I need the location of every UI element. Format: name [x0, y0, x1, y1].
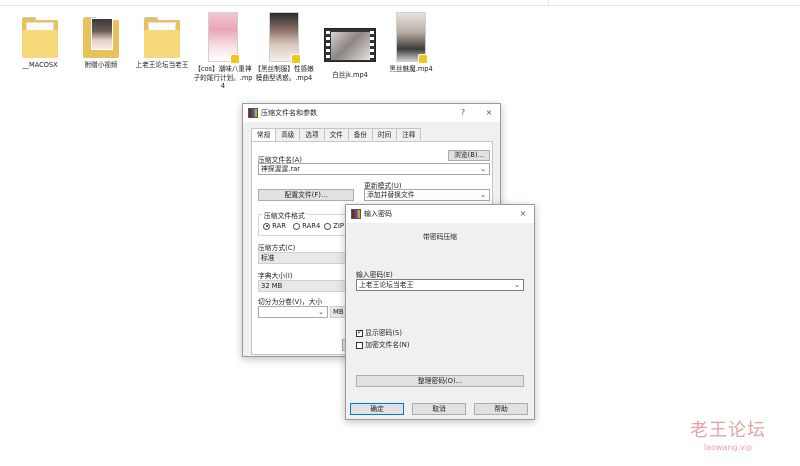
chevron-down-icon: ⌄ [480, 191, 486, 199]
folder-icon [144, 14, 180, 58]
dialog-titlebar: 压缩文件名和参数 ? × [243, 104, 500, 122]
video-thumbnail-icon [208, 12, 240, 64]
chevron-down-icon: ⌄ [318, 308, 324, 316]
update-mode-value: 添加并替换文件 [367, 191, 415, 199]
password-input[interactable]: 上老王论坛当老王 ⌄ [356, 279, 524, 291]
dict-size-label: 字典大小(I) [258, 272, 293, 280]
format-rar4-label: RAR4 [302, 222, 321, 230]
archive-name-value: 神探渥渥.rar [261, 165, 301, 173]
split-volumes-label: 切分为分卷(V)，大小 [258, 298, 323, 306]
watermark: 老王论坛 laowang.vip [690, 416, 766, 452]
cancel-button[interactable]: 取消 [412, 403, 466, 415]
split-size-combo[interactable]: ⌄ [258, 306, 328, 318]
dialog-title: 压缩文件名和参数 [261, 109, 317, 117]
desktop-item-macosx[interactable]: __MACOSX [10, 14, 70, 70]
tab-time[interactable]: 时间 [371, 128, 398, 140]
tab-files[interactable]: 文件 [323, 128, 349, 140]
close-icon[interactable]: × [516, 208, 530, 220]
method-select[interactable]: 标准 [258, 252, 348, 264]
enter-password-label: 输入密码(E) [356, 271, 393, 279]
password-heading: 带密码压缩 [423, 233, 457, 241]
organize-passwords-button[interactable]: 整理密码(O)... [356, 375, 524, 387]
close-icon[interactable]: × [482, 107, 496, 119]
desktop-item-video-succubus[interactable]: 黑丝魅魔.mp4 [381, 12, 441, 74]
tab-general[interactable]: 常规 [251, 128, 277, 141]
browse-button[interactable]: 浏览(B)... [448, 150, 490, 161]
password-value: 上老王论坛当老王 [359, 281, 414, 289]
desktop-item-video-jk[interactable]: 白丝jk.mp4 [320, 20, 380, 80]
show-password-label: 显示密码(S) [365, 329, 402, 337]
dialog-title: 输入密码 [364, 210, 392, 218]
format-rar-label: RAR [272, 222, 286, 230]
desktop-item-video-uniform[interactable]: 【黑丝制服】性感嫩模曲型诱惑。.mp4 [254, 12, 314, 82]
help-button[interactable]: 帮助 [474, 403, 528, 415]
tab-backup[interactable]: 备份 [347, 128, 373, 140]
help-icon[interactable]: ? [456, 107, 470, 119]
format-zip-label: ZIP [333, 222, 344, 230]
method-label: 压缩方式(C) [258, 244, 296, 252]
encrypt-names-label: 加密文件名(N) [365, 341, 410, 349]
checkbox-checked-icon [356, 328, 363, 337]
encrypt-names-checkbox[interactable]: 加密文件名(N) [356, 339, 410, 349]
tab-comment[interactable]: 注释 [396, 128, 422, 140]
format-radio-rar4[interactable]: RAR4 [293, 222, 320, 230]
tab-options[interactable]: 选项 [299, 128, 325, 140]
watermark-url: laowang.vip [703, 443, 753, 452]
folder-photo-icon [83, 14, 119, 58]
video-thumbnail-icon [269, 12, 301, 64]
chevron-down-icon: ⌄ [514, 281, 520, 289]
desktop-item-video-cos[interactable]: 【cos】潮味八重神子的尾行计划。.mp4 [193, 12, 253, 91]
ok-button[interactable]: 确定 [350, 403, 404, 415]
file-label: 黑丝魅魔.mp4 [389, 65, 433, 73]
chevron-down-icon: ⌄ [480, 165, 486, 173]
profiles-button[interactable]: 配置文件(F)... [258, 189, 354, 201]
radio-icon [293, 222, 300, 230]
dialog-tabs: 常规 高级 选项 文件 备份 时间 注释 [251, 128, 422, 141]
file-label: 【cos】潮味八重神子的尾行计划。.mp4 [193, 65, 253, 90]
dialog-titlebar: 输入密码 × [346, 205, 534, 223]
format-label: 压缩文件格式 [262, 210, 307, 220]
format-radio-rar[interactable]: RAR [263, 222, 286, 230]
show-password-checkbox[interactable]: 显示密码(S) [356, 327, 402, 337]
winrar-icon [351, 209, 361, 219]
window-top-edge [0, 0, 800, 6]
archive-name-combo[interactable]: 神探渥渥.rar ⌄ [258, 163, 490, 175]
watermark-text: 老王论坛 [690, 420, 766, 441]
password-dialog: 输入密码 × 带密码压缩 输入密码(E) 上老王论坛当老王 ⌄ 显示密码(S) … [345, 204, 535, 420]
update-mode-select[interactable]: 添加并替换文件 ⌄ [364, 189, 490, 201]
file-label: 附赠小视频 [84, 61, 118, 69]
folder-icon [22, 14, 58, 58]
file-label: 【黑丝制服】性感嫩模曲型诱惑。.mp4 [254, 65, 314, 82]
file-label: 上老王论坛当老王 [135, 61, 189, 69]
file-label: 白丝jk.mp4 [332, 71, 368, 79]
radio-icon [324, 222, 331, 230]
file-label: __MACOSX [22, 61, 58, 69]
video-thumbnail-icon [396, 12, 428, 64]
desktop-item-folder-laowang[interactable]: 上老王论坛当老王 [132, 14, 192, 70]
radio-selected-icon [263, 222, 270, 230]
checkbox-icon [356, 341, 363, 349]
dict-size-select[interactable]: 32 MB [258, 280, 348, 292]
desktop-item-bonus-videos[interactable]: 附赠小视频 [71, 14, 131, 70]
format-radio-zip[interactable]: ZIP [324, 222, 344, 230]
tab-advanced[interactable]: 高级 [275, 128, 301, 140]
winrar-icon [248, 108, 258, 118]
film-strip-icon [324, 28, 376, 62]
